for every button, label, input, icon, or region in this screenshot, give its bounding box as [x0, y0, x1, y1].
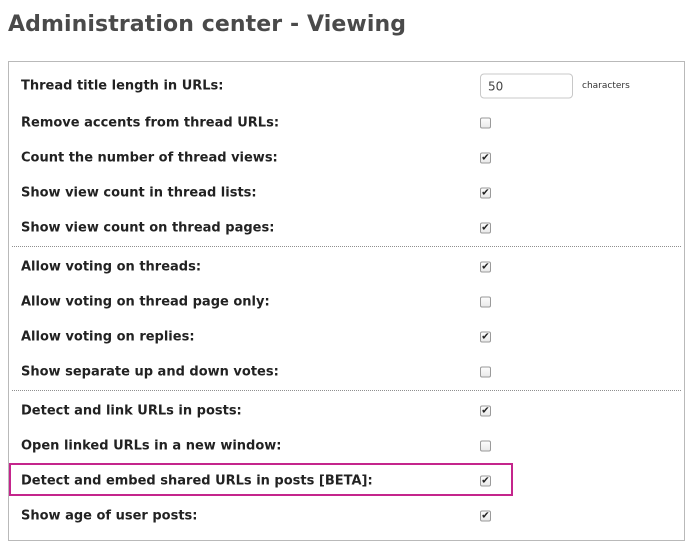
- setting-label: Remove accents from thread URLs:: [21, 115, 280, 131]
- separate-votes-checkbox[interactable]: [480, 366, 491, 378]
- setting-row-voting-thread-page-only: Allow voting on thread page only:: [9, 286, 684, 318]
- setting-label: Show view count on thread pages:: [21, 220, 275, 236]
- setting-label: Allow voting on thread page only:: [21, 294, 270, 310]
- setting-label: Count the number of thread views:: [21, 150, 278, 166]
- setting-label: Thread title length in URLs:: [21, 78, 224, 94]
- count-views-checkbox[interactable]: ✔: [480, 152, 491, 164]
- view-count-pages-checkbox[interactable]: ✔: [480, 222, 491, 234]
- highlight-box: [9, 463, 513, 496]
- detect-link-urls-checkbox[interactable]: ✔: [480, 405, 491, 417]
- setting-label: Allow voting on replies:: [21, 329, 195, 345]
- remove-accents-checkbox[interactable]: [480, 117, 491, 129]
- voting-thread-page-only-checkbox[interactable]: [480, 296, 491, 308]
- setting-label: Allow voting on threads:: [21, 259, 202, 275]
- view-count-lists-checkbox[interactable]: ✔: [480, 187, 491, 199]
- unit-label: characters: [582, 81, 630, 91]
- setting-label: Show age of user posts:: [21, 508, 198, 524]
- setting-label: Show separate up and down votes:: [21, 364, 279, 380]
- setting-label: Detect and link URLs in posts:: [21, 403, 242, 419]
- show-post-age-checkbox[interactable]: ✔: [480, 510, 491, 522]
- voting-replies-checkbox[interactable]: ✔: [480, 331, 491, 343]
- setting-row-voting-threads: Allow voting on threads: ✔: [9, 251, 684, 283]
- setting-row-show-post-age: Show age of user posts: ✔: [9, 500, 684, 532]
- page-title: Administration center - Viewing: [8, 12, 407, 37]
- setting-row-separate-votes: Show separate up and down votes:: [9, 356, 684, 388]
- section-divider: [12, 246, 681, 247]
- setting-label: Open linked URLs in a new window:: [21, 438, 282, 454]
- setting-row-view-count-pages: Show view count on thread pages: ✔: [9, 212, 684, 244]
- setting-row-thread-title-length: Thread title length in URLs: characters: [9, 70, 684, 102]
- open-new-window-checkbox[interactable]: [480, 440, 491, 452]
- setting-label: Show view count in thread lists:: [21, 185, 257, 201]
- setting-row-open-new-window: Open linked URLs in a new window:: [9, 430, 684, 462]
- setting-row-detect-link-urls: Detect and link URLs in posts: ✔: [9, 395, 684, 427]
- settings-panel: Thread title length in URLs: characters …: [8, 61, 685, 541]
- setting-row-remove-accents: Remove accents from thread URLs:: [9, 107, 684, 139]
- thread-title-length-input[interactable]: [480, 73, 573, 99]
- setting-row-voting-replies: Allow voting on replies: ✔: [9, 321, 684, 353]
- setting-row-count-views: Count the number of thread views: ✔: [9, 142, 684, 174]
- setting-row-view-count-lists: Show view count in thread lists: ✔: [9, 177, 684, 209]
- section-divider: [12, 390, 681, 391]
- voting-threads-checkbox[interactable]: ✔: [480, 261, 491, 273]
